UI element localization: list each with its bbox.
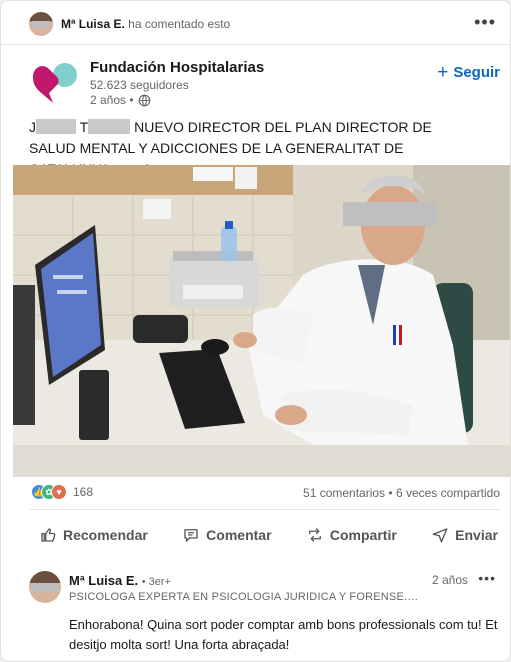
comment-author-name: Mª Luisa E. [69,573,139,588]
like-label: Recomendar [63,527,148,543]
post-timestamp: 2 años • [90,93,151,107]
comment-more-options-icon[interactable]: ••• [478,570,496,586]
repost-icon [308,528,321,542]
redaction-block [36,119,76,134]
company-logo[interactable] [29,59,81,107]
commenter-avatar[interactable] [29,12,53,36]
divider [29,509,500,510]
post-more-options-icon[interactable]: ••• [474,13,496,31]
reactions-summary[interactable]: 👍 ✿ ♥ 168 [31,484,93,500]
repost-label: Compartir [329,527,397,543]
feed-post-card: Mª Luisa E. ha comentado esto ••• Fundac… [0,0,511,662]
post-age: 2 años • [90,93,134,107]
comment-button[interactable]: Comentar [174,522,279,548]
context-action: ha comentado esto [128,17,231,31]
context-text: Mª Luisa E. ha comentado esto [61,17,230,31]
count-separator: • [385,486,396,500]
like-button[interactable]: Recomendar [31,522,156,548]
love-icon: ♥ [51,484,67,500]
post-image[interactable] [13,165,510,477]
comment-label: Comentar [206,527,272,543]
comment-author-headline: PSICOLOGA EXPERTA EN PSICOLOGIA JURIDICA… [69,591,419,603]
redacted-initial-1: J [29,119,36,135]
comment-icon [184,529,198,542]
send-icon [432,528,448,543]
shares-count[interactable]: 6 veces compartido [396,486,500,500]
reaction-count: 168 [73,485,94,499]
social-action-bar: Recomendar Comentar Compartir Enviar [31,519,506,551]
follow-button[interactable]: + Seguir [437,63,500,82]
company-name[interactable]: Fundación Hospitalarias [90,59,264,76]
comments-count[interactable]: 51 comentarios [303,486,385,500]
send-button[interactable]: Enviar [423,522,506,548]
engagement-counts: 51 comentarios • 6 veces compartido [303,486,500,500]
globe-icon [138,94,150,106]
comment-text: Enhorabona! Quina sort poder comptar amb… [69,617,498,652]
follower-count: 52.623 seguidores [90,78,189,92]
send-label: Enviar [455,527,498,543]
redaction-block [88,119,131,134]
comment-author[interactable]: Mª Luisa E. • 3er+ [69,573,171,588]
comment-timestamp: 2 años [431,573,468,587]
thumbs-up-icon [41,528,56,542]
redacted-initial-2: T [79,119,89,135]
plus-icon: + [437,62,449,83]
connection-degree: • 3er+ [141,576,171,588]
comment-author-avatar[interactable] [29,571,61,603]
post-context-header: Mª Luisa E. ha comentado esto ••• [1,1,510,45]
follow-label: Seguir [453,64,500,81]
context-author-name[interactable]: Mª Luisa E. [61,17,125,31]
repost-button[interactable]: Compartir [298,522,405,548]
